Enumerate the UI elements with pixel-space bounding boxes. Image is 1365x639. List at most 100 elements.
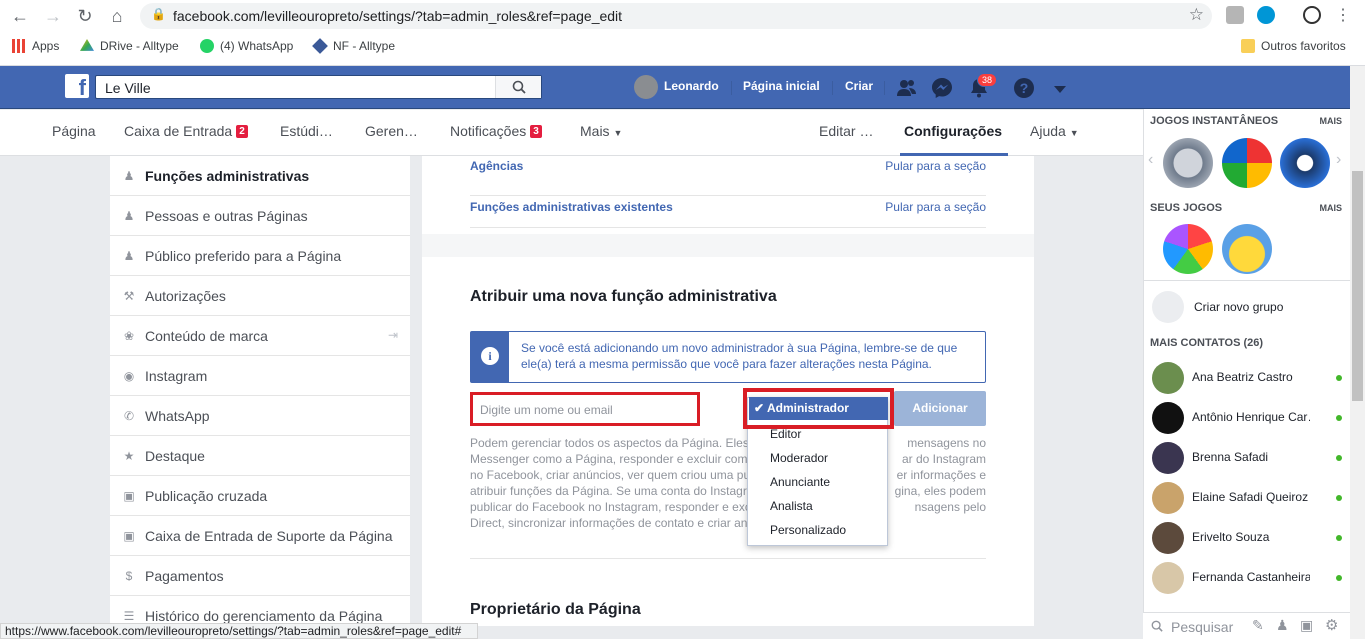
scrollbar-thumb[interactable] — [1352, 171, 1363, 401]
home-icon[interactable]: ⌂ — [107, 6, 127, 26]
caret-down-icon: ▼ — [613, 128, 623, 138]
bookmark-nf[interactable]: NF - Alltype — [312, 38, 395, 54]
tab-settings[interactable]: Configurações — [904, 123, 1002, 139]
tab-inbox[interactable]: Caixa de Entrada 2 — [124, 123, 248, 139]
friend-requests-icon[interactable] — [896, 77, 918, 99]
tab-pagina[interactable]: Página — [52, 123, 96, 139]
reload-icon[interactable]: ↻ — [75, 6, 95, 26]
sidebar-item-whatsapp[interactable]: ✆ WhatsApp — [110, 396, 410, 436]
contact-item[interactable]: Antônio Henrique Car… — [1152, 400, 1348, 436]
search-button[interactable] — [495, 76, 541, 98]
role-option-custom[interactable]: Personalizado — [770, 523, 846, 537]
sidebar-item-audience[interactable]: ♟ Público preferido para a Página — [110, 236, 410, 276]
skip-to-section-link[interactable]: Pular para a seção — [885, 200, 986, 214]
sidebar-item-branded-content[interactable]: ❀ Conteúdo de marca ⇥ — [110, 316, 410, 356]
search-input[interactable]: Le Ville — [95, 75, 542, 99]
add-button[interactable]: Adicionar — [894, 391, 986, 426]
status-url-tooltip: https://www.facebook.com/levilleouropret… — [0, 623, 478, 639]
messenger-icon[interactable] — [931, 77, 953, 99]
avatar — [1152, 482, 1184, 514]
sidebar-item-admin-roles[interactable]: ♟ Funções administrativas — [110, 156, 410, 196]
chevron-right-icon[interactable]: › — [1336, 151, 1341, 169]
sidebar-item-support-inbox[interactable]: ▣ Caixa de Entrada de Suporte da Página — [110, 516, 410, 556]
back-icon[interactable]: ← — [10, 6, 30, 26]
gear-icon[interactable]: ⚙ — [1325, 616, 1338, 634]
info-text: Se você está adicionando um novo adminis… — [521, 341, 958, 371]
facebook-logo-icon[interactable]: f — [65, 74, 89, 98]
account-dropdown-icon[interactable] — [1049, 80, 1071, 102]
chat-search-input[interactable]: Pesquisar — [1171, 619, 1233, 635]
contact-item[interactable]: Fernanda Castanheira — [1152, 560, 1348, 596]
avatar[interactable] — [634, 75, 658, 99]
tab-label: Caixa de Entrada — [124, 123, 233, 139]
game-chick-icon[interactable] — [1222, 224, 1272, 274]
dollar-icon: $ — [125, 568, 133, 583]
sidebar-item-crossposting[interactable]: ▣ Publicação cruzada — [110, 476, 410, 516]
sidebar-item-featured[interactable]: ★ Destaque — [110, 436, 410, 476]
pdf-extension-icon[interactable] — [1226, 6, 1244, 24]
avatar — [1152, 562, 1184, 594]
name-or-email-input[interactable]: Digite um nome ou email — [470, 392, 700, 426]
sidebar-item-instagram[interactable]: ◉ Instagram — [110, 356, 410, 396]
chevron-left-icon[interactable]: ‹ — [1148, 151, 1153, 169]
folder-icon — [1241, 39, 1255, 53]
profile-link[interactable]: Leonardo — [664, 79, 719, 93]
role-option-analyst[interactable]: Analista — [770, 499, 813, 513]
new-group-chat-icon[interactable]: ♟ — [1276, 617, 1289, 634]
tab-notifications[interactable]: Notificações 3 — [450, 123, 542, 139]
history-icon: ☰ — [123, 609, 135, 623]
create-group-link[interactable]: Criar novo grupo — [1194, 300, 1283, 314]
section-title[interactable]: Funções administrativas existentes — [470, 200, 673, 214]
tab-edit[interactable]: Editar … — [819, 123, 873, 139]
sidebar-item-payments[interactable]: $ Pagamentos — [110, 556, 410, 596]
tab-studio[interactable]: Estúdi… — [280, 123, 333, 139]
menu-icon[interactable]: ⋮ — [1333, 6, 1353, 26]
scrollbar[interactable] — [1350, 66, 1365, 639]
sidebar-item-people[interactable]: ♟ Pessoas e outras Páginas — [110, 196, 410, 236]
bookmark-drive[interactable]: DRive - Alltype — [80, 39, 179, 53]
instant-games-more-link[interactable]: MAIS — [1320, 116, 1343, 126]
video-call-icon[interactable]: ▣ — [1300, 617, 1313, 634]
sidebar-item-label: Conteúdo de marca — [145, 327, 268, 344]
game-atom-icon[interactable] — [1163, 138, 1213, 188]
game-trivia-icon[interactable] — [1163, 224, 1213, 274]
contact-item[interactable]: Ana Beatriz Castro — [1152, 360, 1348, 396]
hp-extension-icon[interactable] — [1257, 6, 1275, 24]
bookmark-whatsapp[interactable]: (4) WhatsApp — [200, 39, 293, 53]
whatsapp-icon — [200, 39, 214, 53]
new-group-icon[interactable] — [1152, 291, 1184, 323]
address-bar[interactable]: 🔒 facebook.com/levilleouropreto/settings… — [140, 3, 1212, 29]
tab-manager[interactable]: Geren… — [365, 123, 418, 139]
role-option-advertiser[interactable]: Anunciante — [770, 475, 830, 489]
section-title[interactable]: Agências — [470, 159, 523, 173]
tab-more[interactable]: Mais ▼ — [580, 123, 622, 139]
tripadvisor-extension-icon[interactable] — [1303, 6, 1321, 24]
contact-item[interactable]: Brenna Safadi — [1152, 440, 1348, 476]
notifications-count-badge: 3 — [530, 125, 542, 138]
game-uno-icon[interactable] — [1222, 138, 1272, 188]
create-link[interactable]: Criar — [845, 79, 873, 93]
online-indicator — [1336, 575, 1342, 581]
whatsapp-icon: ✆ — [123, 408, 135, 423]
role-option-moderator[interactable]: Moderador — [770, 451, 828, 465]
bookmark-apps[interactable]: Apps — [12, 39, 59, 53]
help-icon[interactable]: ? — [1013, 77, 1035, 99]
skip-to-section-link[interactable]: Pular para a seção — [885, 159, 986, 173]
forward-icon[interactable]: → — [43, 6, 63, 26]
role-option-editor[interactable]: Editor — [770, 427, 801, 441]
home-link[interactable]: Página inicial — [743, 79, 820, 93]
game-8ball-icon[interactable] — [1280, 138, 1330, 188]
bookmark-label: Apps — [32, 39, 60, 53]
contact-item[interactable]: Elaine Safadi Queiroz — [1152, 480, 1348, 516]
video-camera-icon: ▣ — [123, 488, 135, 503]
contact-item[interactable]: Erivelto Souza — [1152, 520, 1348, 556]
star-icon[interactable]: ☆ — [1189, 5, 1204, 25]
notifications-badge: 38 — [977, 73, 998, 87]
tab-help[interactable]: Ajuda ▼ — [1030, 123, 1079, 139]
my-games-more-link[interactable]: MAIS — [1320, 203, 1343, 213]
admin-roles-panel: Agências Pular para a seção Funções admi… — [422, 156, 1034, 626]
sidebar-item-authorizations[interactable]: ⚒ Autorizações — [110, 276, 410, 316]
bookmark-other[interactable]: Outros favoritos — [1241, 39, 1346, 53]
compose-icon[interactable]: ✎ — [1252, 617, 1264, 634]
desc-line: er informações e — [896, 468, 986, 482]
